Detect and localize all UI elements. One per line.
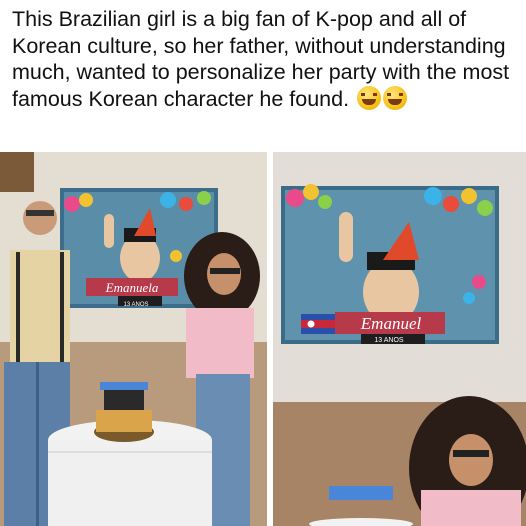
party-photo-right: Emanuel 13 ANOS [273,152,526,526]
poster-banner-name-text: Emanuela [105,280,159,295]
birthday-cake [96,410,152,432]
party-photo-right-scene: Emanuel 13 ANOS [273,152,526,526]
laughing-emoji-icon [357,85,382,110]
party-photo-left: Emanuela 13 ANOS [0,152,267,526]
party-photo-left-scene: Emanuela 13 ANOS [0,152,267,526]
laughing-emoji-icon [383,85,408,110]
poster-banner-age-text: 13 ANOS [123,302,148,308]
cake-topper [329,486,393,500]
post-caption: This Brazilian girl is a big fan of K-po… [12,6,518,112]
caption-text: This Brazilian girl is a big fan of K-po… [12,7,510,111]
poster-banner-age-text: 13 ANOS [374,337,404,344]
poster-banner-name-text: Emanuel [360,314,422,333]
